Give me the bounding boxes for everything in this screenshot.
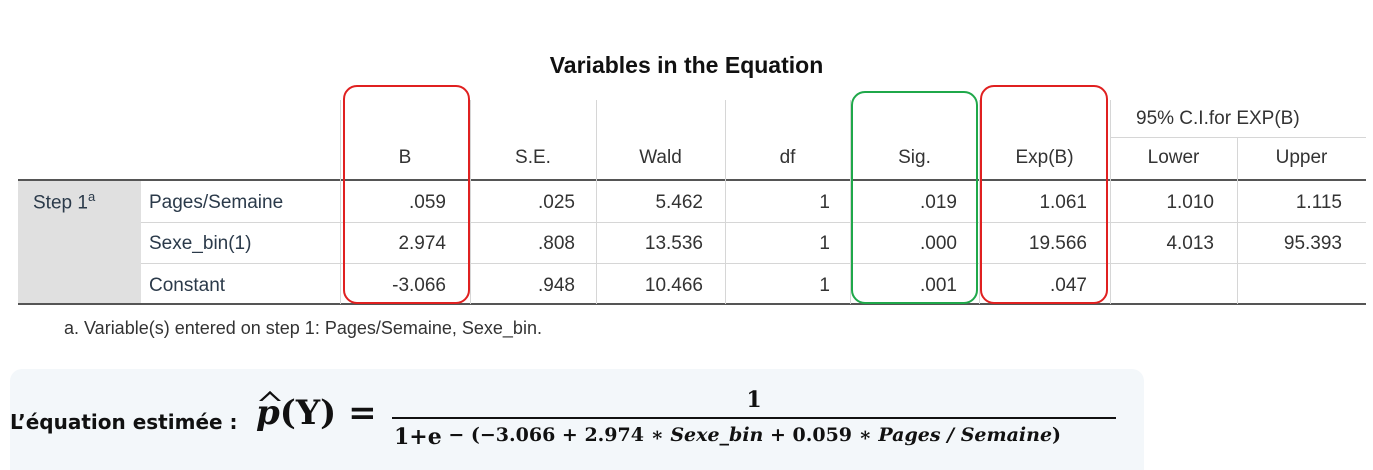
equation-lhs: p(Y) = bbox=[256, 393, 377, 433]
column-header-lower: Lower bbox=[1147, 147, 1200, 168]
table-top-rule bbox=[18, 179, 1366, 181]
equation-label: L’équation estimée : bbox=[10, 410, 238, 434]
cell-upper: 1.115 bbox=[1295, 192, 1342, 213]
row-label-pages-semaine: Pages/Semaine bbox=[149, 192, 284, 213]
cell-df: 1 bbox=[819, 192, 830, 213]
column-header-upper: Upper bbox=[1275, 147, 1328, 168]
table-bottom-rule bbox=[18, 303, 1366, 305]
table-title: Variables in the Equation bbox=[549, 52, 824, 78]
cell-upper: 95.393 bbox=[1283, 233, 1342, 254]
column-header-se: S.E. bbox=[515, 147, 551, 168]
highlight-box-expb bbox=[980, 85, 1108, 304]
cell-se: .025 bbox=[538, 192, 575, 213]
fraction-bar bbox=[392, 417, 1116, 419]
equation-numerator: 1 bbox=[746, 387, 762, 413]
step-label: Step 1a bbox=[33, 189, 96, 214]
cell-df: 1 bbox=[819, 233, 830, 254]
cell-se: .948 bbox=[538, 275, 575, 296]
column-header-df: df bbox=[779, 147, 796, 168]
row-divider bbox=[141, 222, 1366, 223]
cell-wald: 5.462 bbox=[655, 192, 703, 213]
cell-wald: 13.536 bbox=[644, 233, 703, 254]
column-header-wald: Wald bbox=[639, 147, 682, 168]
equation-denominator: 1+e − (−3.066 + 2.974 ∗ Sexe_bin + 0.059… bbox=[394, 424, 1062, 450]
cell-wald: 10.466 bbox=[644, 275, 703, 296]
row-label-sexe-bin: Sexe_bin(1) bbox=[149, 233, 252, 254]
ci-header-divider bbox=[1110, 137, 1366, 138]
row-divider bbox=[141, 263, 1366, 264]
cell-se: .808 bbox=[538, 233, 575, 254]
cell-lower: 4.013 bbox=[1166, 233, 1214, 254]
highlight-box-b bbox=[343, 85, 470, 304]
row-label-constant: Constant bbox=[149, 275, 226, 296]
highlight-box-sig bbox=[851, 91, 978, 304]
cell-lower: 1.010 bbox=[1166, 192, 1214, 213]
cell-df: 1 bbox=[819, 275, 830, 296]
p-hat-symbol: p bbox=[256, 393, 280, 433]
table-footnote: a. Variable(s) entered on step 1: Pages/… bbox=[64, 318, 542, 338]
ci-header: 95% C.I.for EXP(B) bbox=[1136, 108, 1300, 129]
